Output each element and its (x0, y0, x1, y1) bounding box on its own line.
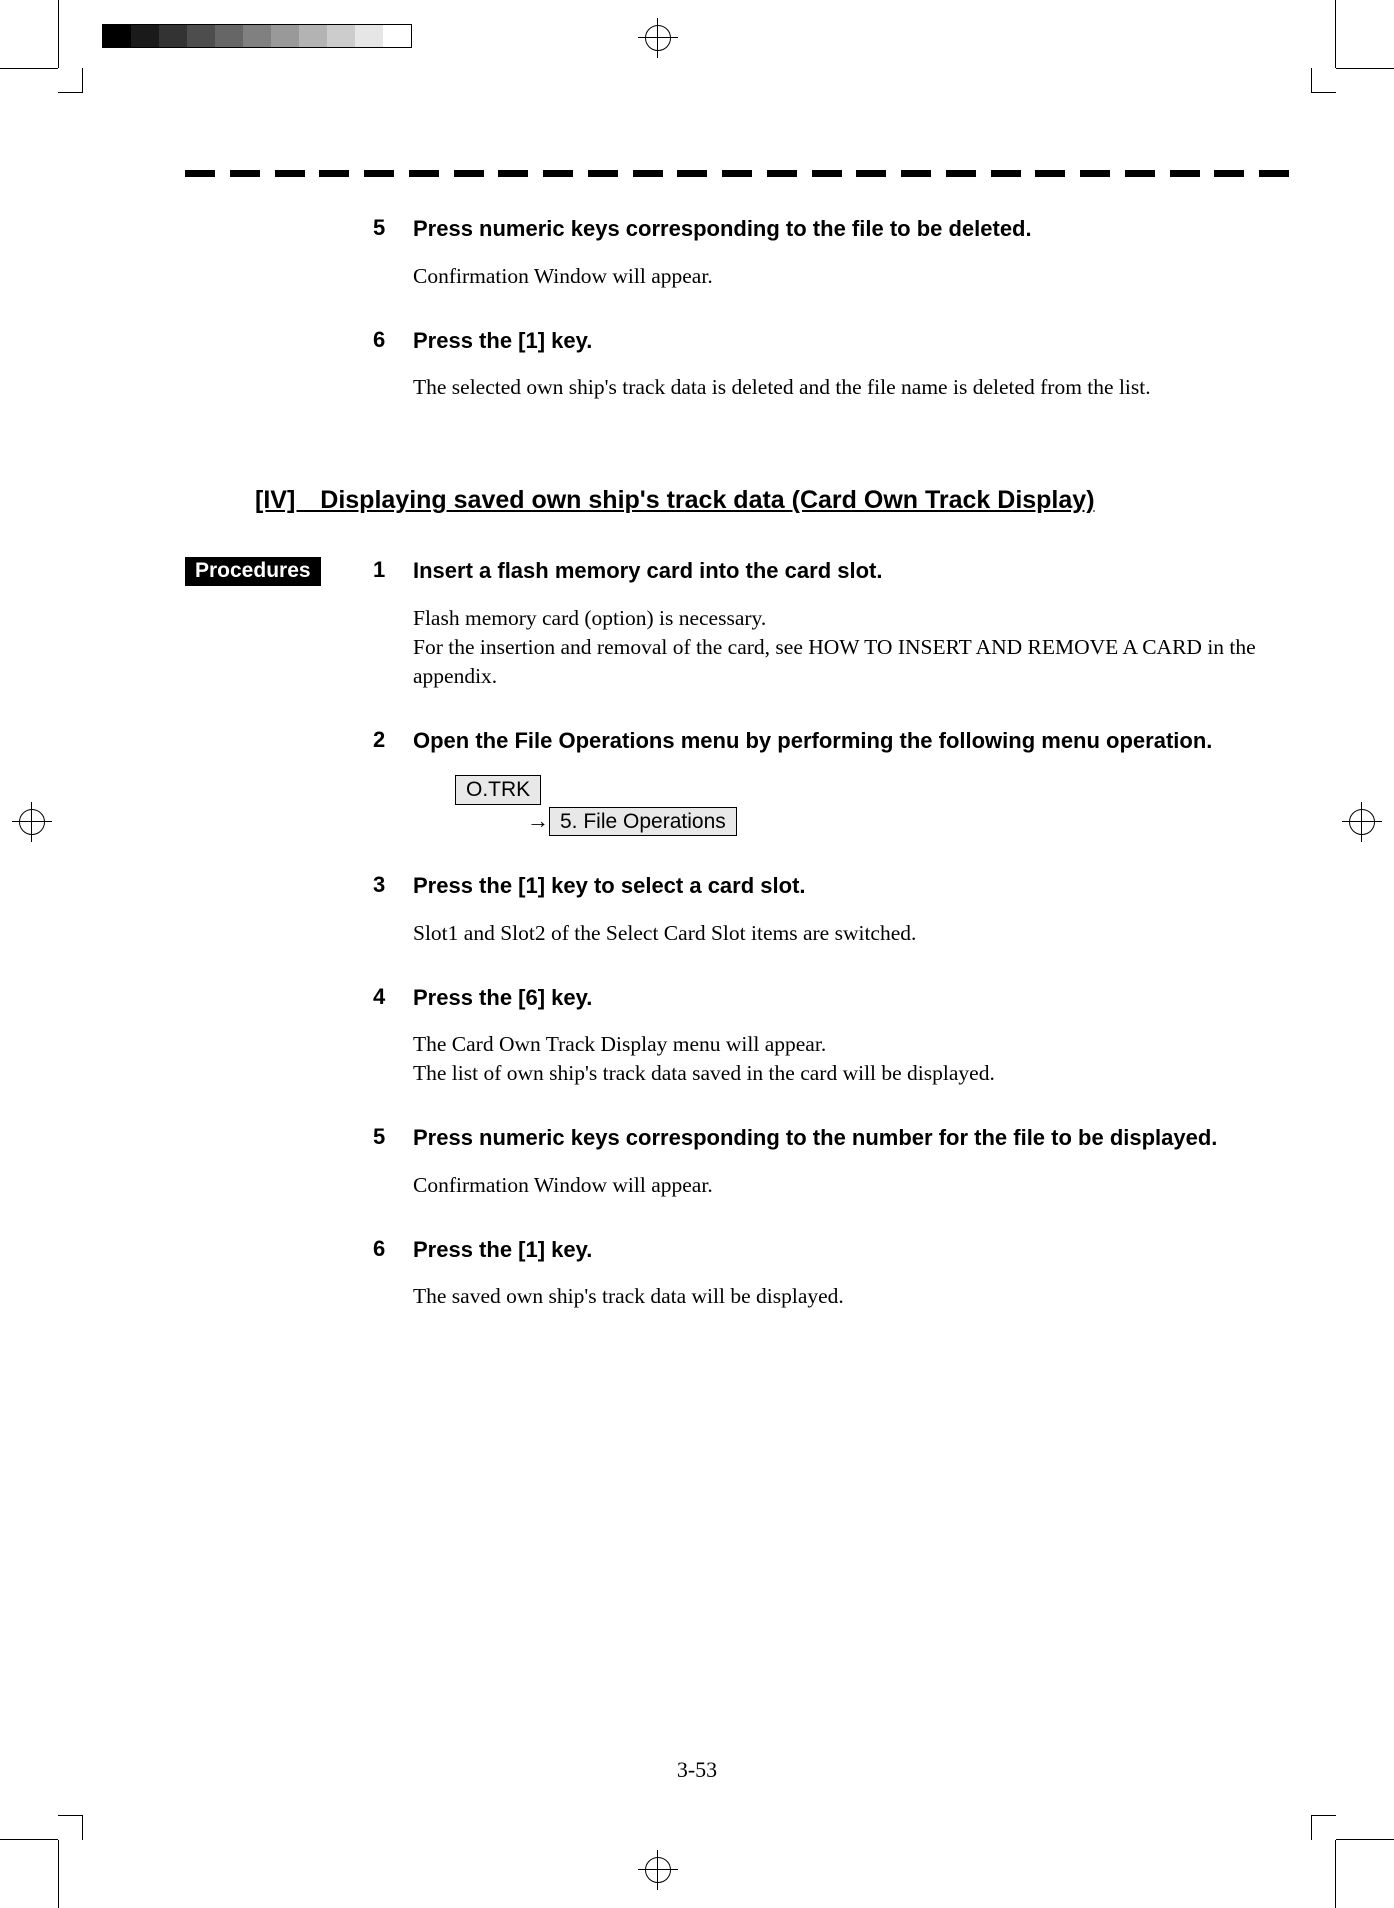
step-row: 6Press the [1] key. The saved own ship's … (185, 1236, 1289, 1336)
step-title: Press the [6] key. (413, 984, 1289, 1013)
crop-mark (1336, 68, 1394, 69)
crop-mark (58, 1840, 59, 1908)
crop-mark (1336, 1839, 1394, 1840)
section-heading: [IV] Displaying saved own ship's track d… (255, 486, 1289, 515)
step-row: 3Press the [1] key to select a card slot… (185, 872, 1289, 972)
step-row: Procedures 1Insert a flash memory card in… (185, 557, 1289, 715)
step-title: Press the [1] key to select a card slot. (413, 872, 1289, 901)
step-title: Press the [1] key. (413, 1236, 1289, 1265)
page-content: 5Press numeric keys corresponding to the… (185, 215, 1289, 1348)
registration-mark-icon (1342, 802, 1382, 842)
crop-mark (1311, 68, 1336, 93)
dashed-divider (185, 170, 1289, 180)
step-body: Flash memory card (option) is necessary.… (413, 604, 1289, 691)
step-row: 2Open the File Operations menu by perfor… (185, 727, 1289, 860)
grayscale-calibration-strip (102, 24, 412, 48)
step-number: 4 (373, 984, 413, 1113)
step-body: The saved own ship's track data will be … (413, 1282, 1289, 1311)
step-title: Press numeric keys corresponding to the … (413, 215, 1289, 244)
step-number: 2 (373, 727, 413, 860)
step-number: 1 (373, 557, 413, 715)
step-body: Slot1 and Slot2 of the Select Card Slot … (413, 919, 1289, 948)
step-title: Press the [1] key. (413, 327, 1289, 356)
step-number: 5 (373, 215, 413, 315)
menu-box-root: O.TRK (455, 775, 541, 804)
procedures-badge: Procedures (185, 557, 321, 586)
crop-mark (58, 68, 83, 93)
crop-mark (0, 68, 58, 69)
step-row: 6Press the [1] key. The selected own ship… (185, 327, 1289, 427)
step-row: 5Press numeric keys corresponding to the… (185, 215, 1289, 315)
step-body: The selected own ship's track data is de… (413, 373, 1289, 402)
step-number: 5 (373, 1124, 413, 1224)
crop-mark (58, 0, 59, 68)
step-title: Press numeric keys corresponding to the … (413, 1124, 1289, 1153)
step-body: The Card Own Track Display menu will app… (413, 1030, 1289, 1088)
crop-mark (58, 1815, 83, 1840)
step-row: 4Press the [6] key. The Card Own Track Di… (185, 984, 1289, 1113)
menu-path: O.TRK→5. File Operations (455, 775, 1289, 836)
crop-mark (1311, 1815, 1336, 1840)
registration-mark-icon (638, 18, 678, 58)
step-number: 3 (373, 872, 413, 972)
menu-box-child: 5. File Operations (549, 807, 737, 836)
page-number: 3-53 (0, 1757, 1394, 1783)
step-body: Confirmation Window will appear. (413, 1171, 1289, 1200)
registration-mark-icon (12, 802, 52, 842)
step-row: 5Press numeric keys corresponding to the… (185, 1124, 1289, 1224)
crop-mark (0, 1839, 58, 1840)
crop-mark (1335, 1840, 1336, 1908)
step-title: Open the File Operations menu by perform… (413, 727, 1289, 756)
step-number: 6 (373, 1236, 413, 1336)
crop-mark (1335, 0, 1336, 68)
step-title: Insert a flash memory card into the card… (413, 557, 1289, 586)
registration-mark-icon (638, 1850, 678, 1890)
step-number: 6 (373, 327, 413, 427)
step-body: Confirmation Window will appear. (413, 262, 1289, 291)
